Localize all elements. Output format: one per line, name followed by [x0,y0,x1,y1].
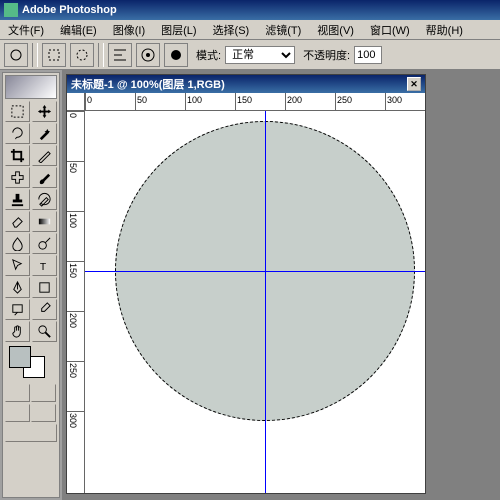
separator [32,43,38,67]
stamp-tool[interactable] [5,189,30,210]
svg-text:T: T [39,262,46,273]
marquee-tool[interactable] [5,101,30,122]
quickmask-mode-button[interactable] [31,384,56,402]
menu-edit[interactable]: 编辑(E) [52,20,105,40]
lasso-tool[interactable] [5,123,30,144]
jump-to-button[interactable] [5,424,57,442]
separator [98,43,104,67]
close-icon[interactable]: ✕ [407,77,421,91]
dodge-tool[interactable] [32,233,57,254]
contiguous-icon[interactable] [70,43,94,67]
note-tool[interactable] [5,299,30,320]
menu-image[interactable]: 图像(I) [105,20,153,40]
opacity-label: 不透明度: [303,47,350,63]
slice-tool[interactable] [32,145,57,166]
heal-tool[interactable] [5,167,30,188]
toolbox-header-icon [5,75,57,99]
pen-tool[interactable] [5,277,30,298]
standard-mode-button[interactable] [5,384,30,402]
toolbox: T [2,72,60,498]
canvas-viewport[interactable] [85,111,425,493]
blur-tool[interactable] [5,233,30,254]
tool-grid: T [5,101,57,342]
document-title: 未标题-1 @ 100%(图层 1,RGB) [71,76,225,92]
horizontal-ruler[interactable]: 050100150200250300350 [85,93,425,111]
eraser-tool[interactable] [5,211,30,232]
app-title: Adobe Photoshop [22,4,117,16]
color-swatches [5,346,57,382]
vertical-guide[interactable] [265,111,266,493]
photoshop-icon [4,3,18,17]
align-left-icon[interactable] [108,43,132,67]
crop-tool[interactable] [5,145,30,166]
brush-tool[interactable] [32,167,57,188]
document-window: 未标题-1 @ 100%(图层 1,RGB) ✕ 050100150200250… [66,74,426,494]
ruler-origin[interactable] [67,93,85,111]
align-center-icon[interactable] [136,43,160,67]
menu-filter[interactable]: 滤镜(T) [257,20,309,40]
document-area: 未标题-1 @ 100%(图层 1,RGB) ✕ 050100150200250… [62,70,500,500]
screen-standard-button[interactable] [5,404,30,422]
feather-icon[interactable] [42,43,66,67]
hand-tool[interactable] [5,321,30,342]
foreground-color-swatch[interactable] [9,346,31,368]
move-tool[interactable] [32,101,57,122]
screen-full-menubar-button[interactable] [31,404,56,422]
menu-help[interactable]: 帮助(H) [418,20,471,40]
menu-view[interactable]: 视图(V) [309,20,362,40]
window-titlebar: Adobe Photoshop [0,0,500,20]
options-bar: 模式: 正常 不透明度: [0,40,500,70]
align-right-icon[interactable] [164,43,188,67]
eyedropper-tool[interactable] [32,299,57,320]
blend-mode-select[interactable]: 正常 [225,46,295,64]
menu-layer[interactable]: 图层(L) [153,20,204,40]
opacity-input[interactable] [354,46,382,64]
horizontal-guide[interactable] [85,271,425,272]
workspace: T 未标题-1 @ 100%(图层 1,RGB) ✕ [0,70,500,500]
menu-file[interactable]: 文件(F) [0,20,52,40]
type-tool[interactable]: T [32,255,57,276]
path-select-tool[interactable] [5,255,30,276]
menu-select[interactable]: 选择(S) [205,20,258,40]
brush-preset-icon[interactable] [4,43,28,67]
menubar: 文件(F) 编辑(E) 图像(I) 图层(L) 选择(S) 滤镜(T) 视图(V… [0,20,500,40]
shape-tool[interactable] [32,277,57,298]
document-titlebar[interactable]: 未标题-1 @ 100%(图层 1,RGB) ✕ [67,75,425,93]
wand-tool[interactable] [32,123,57,144]
mode-label: 模式: [196,47,221,63]
canvas[interactable] [85,111,425,493]
menu-window[interactable]: 窗口(W) [362,20,418,40]
gradient-tool[interactable] [32,211,57,232]
zoom-tool[interactable] [32,321,57,342]
history-brush-tool[interactable] [32,189,57,210]
vertical-ruler[interactable]: 050100150200250300 [67,111,85,493]
